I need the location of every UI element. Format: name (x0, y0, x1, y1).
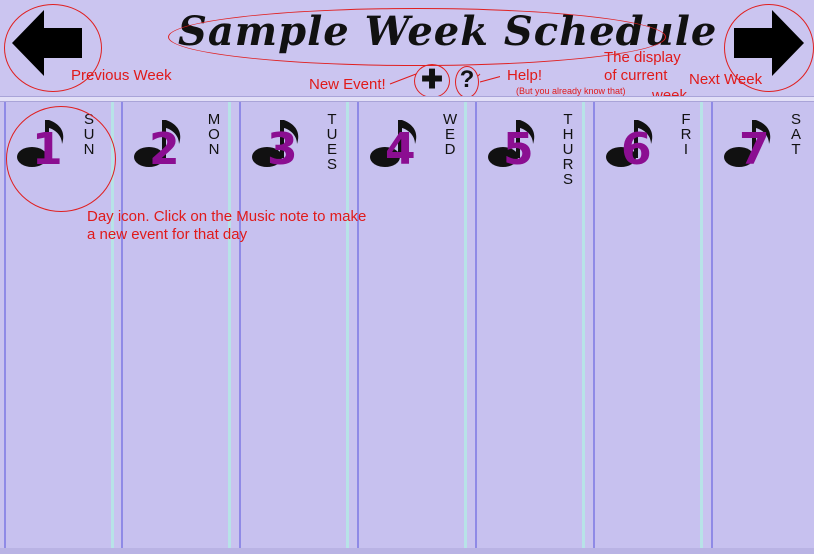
day-number: 2 (149, 124, 180, 175)
bottom-bar (0, 548, 814, 554)
day-icon[interactable]: 2 (129, 112, 195, 175)
annotation-previous-week: Previous Week (71, 67, 172, 84)
annotation-pointers (389, 73, 500, 85)
day-icon[interactable]: 1 (12, 112, 78, 175)
day-name: SUN (83, 111, 95, 158)
annotation-day-icon-line1: Day icon. Click on the Music note to mak… (87, 208, 367, 225)
day-number: 5 (503, 124, 534, 175)
day-name: WED (443, 111, 458, 158)
page-title: Sample Week Schedule (178, 8, 718, 55)
day-column-fri[interactable]: 6 FRI (593, 102, 703, 548)
day-name: THURS (562, 111, 574, 188)
day-column-thurs[interactable]: 5 THURS (475, 102, 585, 548)
day-number: 7 (739, 124, 770, 175)
day-icon[interactable]: 5 (483, 112, 549, 175)
day-column-sun[interactable]: 1 SUN (4, 102, 114, 548)
header: Sample Week Schedule ✚ ? Previous Week N… (0, 0, 814, 104)
day-name: SAT (790, 111, 801, 158)
next-week-button[interactable] (732, 8, 812, 78)
day-column-mon[interactable]: 2 MON (121, 102, 231, 548)
annotation-display-line1: The display (604, 49, 681, 66)
annotation-day-icon-line2: a new event for that day (87, 226, 248, 243)
day-name: FRI (680, 111, 692, 158)
day-icon[interactable]: 7 (719, 112, 785, 175)
day-number: 1 (32, 124, 63, 175)
week-days: 1 SUN 2 MON 3 TUES 4 WED 5 THURS 6 FRI 7… (0, 102, 814, 548)
day-number: 6 (621, 124, 652, 175)
arrow-right-icon (734, 10, 804, 76)
day-icon[interactable]: 3 (247, 112, 313, 175)
day-icon[interactable]: 4 (365, 112, 431, 175)
day-name: TUES (326, 111, 338, 173)
day-number: 4 (385, 124, 416, 175)
annotation-new-event: New Event! (309, 76, 386, 93)
day-column-wed[interactable]: 4 WED (357, 102, 467, 548)
annotation-help-sub: (But you already know that) (516, 86, 626, 96)
annotation-help: Help! (507, 67, 543, 84)
annotation-next-week: Next Week (689, 71, 763, 88)
day-column-tues[interactable]: 3 TUES (239, 102, 349, 548)
day-icon[interactable]: 6 (601, 112, 667, 175)
day-name: MON (207, 111, 221, 158)
annotation-display-line2: of current (604, 67, 668, 84)
day-number: 3 (267, 124, 298, 175)
day-column-sat[interactable]: 7 SAT (711, 102, 814, 548)
